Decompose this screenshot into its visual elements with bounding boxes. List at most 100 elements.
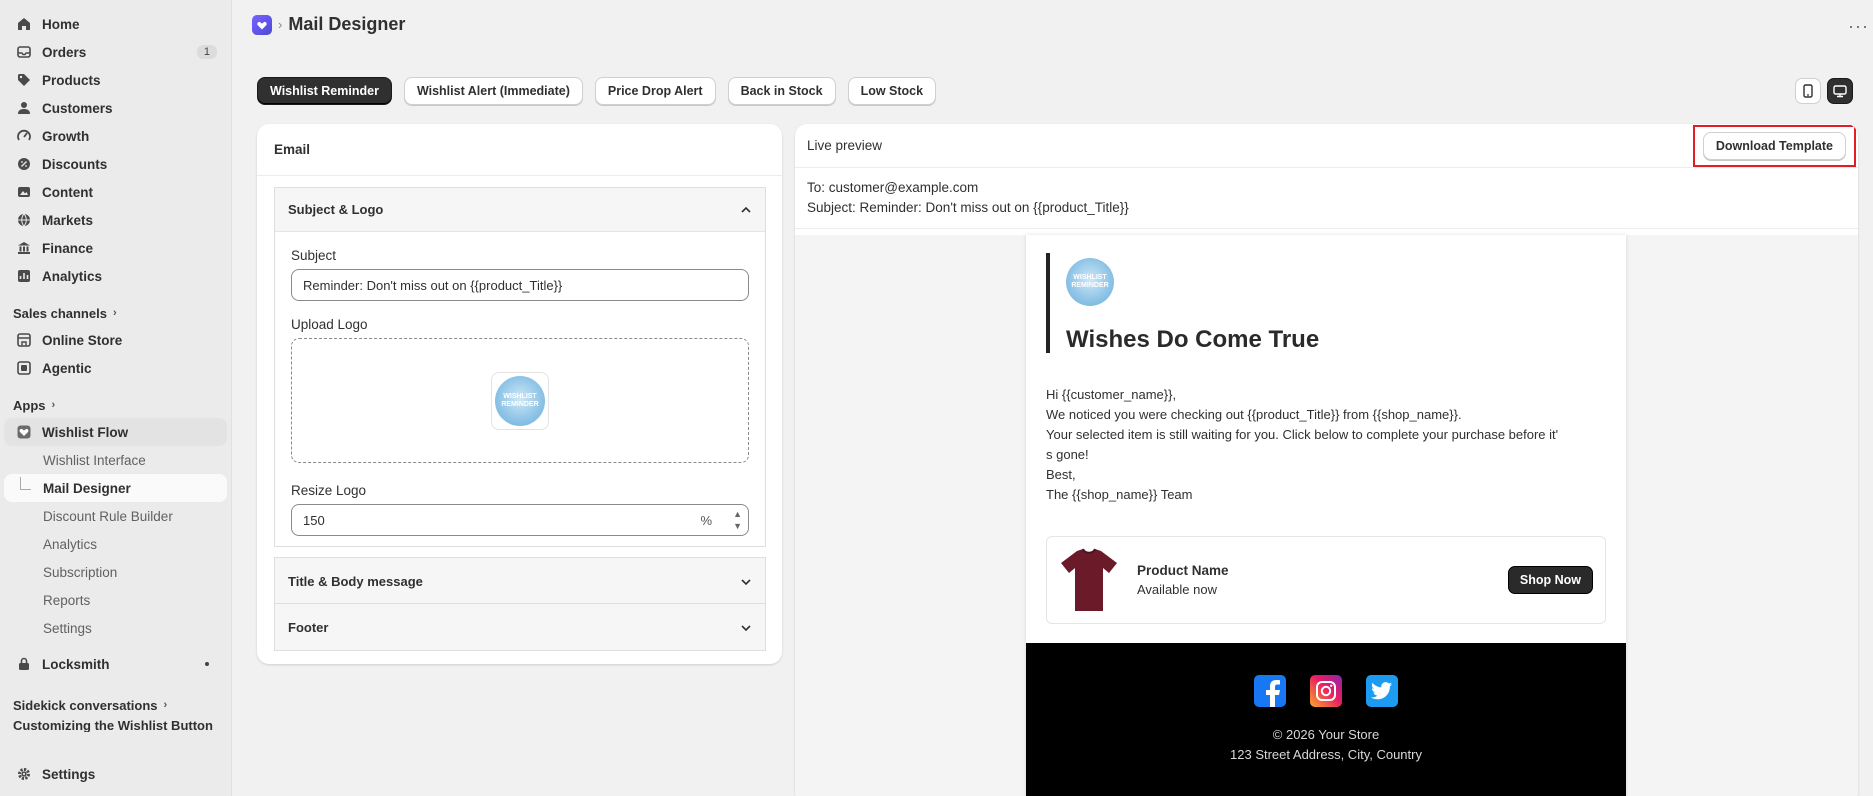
tab-price-drop-alert[interactable]: Price Drop Alert bbox=[594, 77, 716, 105]
decrement-icon: ▼ bbox=[733, 521, 742, 531]
twitter-icon[interactable] bbox=[1366, 675, 1398, 707]
sidebar-subitem-subscription[interactable]: Subscription bbox=[4, 558, 227, 586]
logo-dropzone[interactable]: WISHLIST REMINDER bbox=[291, 338, 749, 463]
preview-canvas: WISHLIST REMINDER Wishes Do Come True Hi… bbox=[795, 235, 1858, 796]
more-options-icon[interactable]: ··· bbox=[1848, 16, 1869, 37]
body-line: We noticed you were checking out {{produ… bbox=[1046, 407, 1462, 422]
sidebar-item-products[interactable]: Products bbox=[4, 66, 227, 94]
sidebar-subitem-reports[interactable]: Reports bbox=[4, 586, 227, 614]
resize-logo-input[interactable]: 150 % ▲ ▼ bbox=[291, 504, 749, 536]
sidebar-item-label: Orders bbox=[42, 44, 87, 60]
sales-channels-heading[interactable]: Sales channels › bbox=[0, 300, 231, 326]
mobile-view-button[interactable] bbox=[1795, 78, 1821, 104]
sidebar-subitem-mail-designer[interactable]: Mail Designer bbox=[4, 474, 227, 502]
chevron-right-icon: › bbox=[163, 699, 168, 711]
sidebar-item-label: Wishlist Flow bbox=[42, 424, 129, 440]
email-body: Hi {{customer_name}}, We noticed you wer… bbox=[1046, 385, 1606, 505]
sidebar-item-locksmith[interactable]: Locksmith bbox=[4, 650, 227, 678]
sidebar-item-analytics[interactable]: Analytics bbox=[4, 262, 227, 290]
sidebar-subitem-discount-rule-builder[interactable]: Discount Rule Builder bbox=[4, 502, 227, 530]
gear-icon bbox=[16, 766, 32, 782]
sidebar-item-label: Settings bbox=[42, 766, 96, 782]
chevron-right-icon: › bbox=[51, 399, 56, 411]
increment-icon: ▲ bbox=[733, 509, 742, 519]
orders-count-badge: 1 bbox=[196, 45, 217, 59]
sidebar-item-label: Markets bbox=[42, 212, 94, 228]
sidebar-item-agentic[interactable]: Agentic bbox=[4, 354, 227, 382]
chevron-right-icon: › bbox=[112, 307, 117, 319]
bank-icon bbox=[16, 240, 32, 256]
to-line: To: customer@example.com bbox=[807, 180, 979, 195]
subject-input[interactable]: Reminder: Don't miss out on {{product_Ti… bbox=[291, 269, 749, 301]
tag-icon bbox=[16, 72, 32, 88]
product-name: Product Name bbox=[1137, 563, 1229, 578]
email-footer: © 2026 Your Store 123 Street Address, Ci… bbox=[1026, 643, 1626, 796]
footer-header[interactable]: Footer bbox=[275, 604, 765, 650]
sidebar-item-settings[interactable]: Settings bbox=[4, 760, 228, 788]
status-dot bbox=[205, 662, 209, 666]
subject-logo-section: Subject & Logo Subject Reminder: Don't m… bbox=[274, 187, 766, 547]
sidebar-item-label: Finance bbox=[42, 240, 94, 256]
sidekick-conversation-item[interactable]: Customizing the Wishlist Button bbox=[0, 718, 231, 732]
sidebar-subitem-analytics[interactable]: Analytics bbox=[4, 530, 227, 558]
tab-wishlist-alert[interactable]: Wishlist Alert (Immediate) bbox=[403, 77, 583, 105]
shop-now-button[interactable]: Shop Now bbox=[1507, 566, 1593, 594]
agentic-icon bbox=[16, 360, 32, 376]
sidebar-item-customers[interactable]: Customers bbox=[4, 94, 227, 122]
body-line: Hi {{customer_name}}, bbox=[1046, 387, 1177, 402]
wishlist-app-icon bbox=[16, 424, 32, 440]
sidebar-item-growth[interactable]: Growth bbox=[4, 122, 227, 150]
desktop-view-button[interactable] bbox=[1827, 78, 1853, 104]
tab-low-stock[interactable]: Low Stock bbox=[847, 77, 937, 105]
download-template-button[interactable]: Download Template bbox=[1702, 131, 1846, 160]
wishlist-app-logo-icon[interactable] bbox=[252, 14, 272, 35]
chevron-down-icon bbox=[740, 574, 752, 589]
sidebar-item-orders[interactable]: Orders 1 bbox=[4, 38, 227, 66]
sidebar-item-online-store[interactable]: Online Store bbox=[4, 326, 227, 354]
email-logo: WISHLIST REMINDER bbox=[1066, 258, 1114, 306]
sidebar-item-label: Products bbox=[42, 72, 101, 88]
breadcrumb: › Mail Designer bbox=[252, 14, 405, 35]
email-document: WISHLIST REMINDER Wishes Do Come True Hi… bbox=[1026, 235, 1626, 796]
body-line: The {{shop_name}} Team bbox=[1046, 487, 1193, 502]
lock-icon bbox=[16, 656, 32, 672]
tab-wishlist-reminder[interactable]: Wishlist Reminder bbox=[257, 77, 392, 105]
sidebar-item-finance[interactable]: Finance bbox=[4, 234, 227, 262]
sidebar-item-label: Online Store bbox=[42, 332, 123, 348]
growth-icon bbox=[16, 128, 32, 144]
sidebar-item-wishlist-flow[interactable]: Wishlist Flow bbox=[4, 418, 227, 446]
sidebar-subitem-wishlist-interface[interactable]: Wishlist Interface bbox=[4, 446, 227, 474]
sidebar-item-home[interactable]: Home bbox=[4, 10, 227, 38]
body-line: Your selected item is still waiting for … bbox=[1046, 427, 1559, 442]
apps-heading[interactable]: Apps › bbox=[0, 392, 231, 418]
sidebar-item-content[interactable]: Content bbox=[4, 178, 227, 206]
title-body-header[interactable]: Title & Body message bbox=[275, 558, 765, 604]
tshirt-image bbox=[1061, 548, 1117, 611]
mobile-icon bbox=[1803, 84, 1813, 98]
body-line: Best, bbox=[1046, 467, 1076, 482]
social-links bbox=[1026, 675, 1626, 707]
email-settings-card: Email Subject & Logo Subject Reminder: D… bbox=[257, 124, 782, 664]
number-stepper[interactable]: ▲ ▼ bbox=[733, 508, 742, 532]
footer-copyright: © 2026 Your Store bbox=[1272, 727, 1380, 742]
person-icon bbox=[16, 100, 32, 116]
sidebar-item-label: Content bbox=[42, 184, 93, 200]
sidebar-subitem-settings[interactable]: Settings bbox=[4, 614, 227, 642]
sidebar-item-discounts[interactable]: Discounts bbox=[4, 150, 227, 178]
email-meta: To: customer@example.com Subject: Remind… bbox=[795, 168, 1858, 229]
product-card: Product Name Available now Shop Now bbox=[1046, 536, 1606, 624]
facebook-icon[interactable] bbox=[1254, 675, 1286, 707]
chart-icon bbox=[16, 268, 32, 284]
sidebar-item-label: Locksmith bbox=[42, 656, 110, 672]
logo-thumbnail: WISHLIST REMINDER bbox=[491, 371, 549, 430]
device-toggle bbox=[1795, 78, 1853, 104]
page-title: Mail Designer bbox=[288, 14, 406, 34]
product-status: Available now bbox=[1137, 582, 1217, 597]
subject-logo-header[interactable]: Subject & Logo bbox=[275, 188, 765, 232]
subject-label: Subject bbox=[291, 248, 337, 263]
instagram-icon[interactable] bbox=[1310, 675, 1342, 707]
chevron-down-icon bbox=[740, 620, 752, 635]
sidekick-heading[interactable]: Sidekick conversations › bbox=[0, 692, 231, 718]
sidebar-item-markets[interactable]: Markets bbox=[4, 206, 227, 234]
tab-back-in-stock[interactable]: Back in Stock bbox=[727, 77, 836, 105]
